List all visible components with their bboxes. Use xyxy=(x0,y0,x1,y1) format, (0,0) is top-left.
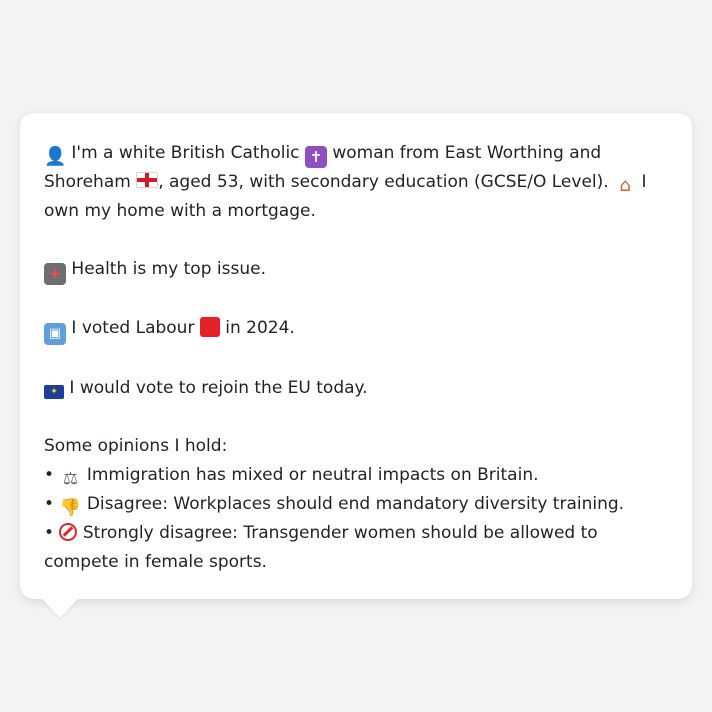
ballot-box-icon: ▣ xyxy=(44,323,66,345)
opinion-text: Disagree: Workplaces should end mandator… xyxy=(86,494,625,514)
bullet: • xyxy=(44,523,55,543)
bullet: • xyxy=(44,465,55,485)
opinion-list-item: • Strongly disagree: Transgender women s… xyxy=(44,519,668,577)
health-paragraph: + Health is my top issue. xyxy=(44,255,668,285)
opinion-list-item: • ⚖ Immigration has mixed or neutral imp… xyxy=(44,461,668,490)
opinions-heading: Some opinions I hold: xyxy=(44,436,228,456)
opinion-text: Strongly disagree: Transgender women sho… xyxy=(44,523,598,572)
balance-scale-icon: ⚖ xyxy=(62,469,79,489)
intro-text-identity: I'm a white British Catholic xyxy=(71,143,300,163)
hospital-icon: + xyxy=(44,263,66,285)
bubble-tail xyxy=(41,598,79,618)
thumbs-down-icon: 👎 xyxy=(59,498,82,518)
opinion-list-item: • 👎 Disagree: Workplaces should end mand… xyxy=(44,490,668,519)
bullet: • xyxy=(44,494,55,514)
chat-message-bubble: 👤 I'm a white British Catholic ✝ woman f… xyxy=(20,113,692,599)
latin-cross-icon: ✝ xyxy=(304,146,327,168)
intro-paragraph: 👤 I'm a white British Catholic ✝ woman f… xyxy=(44,139,668,226)
eu-paragraph: ✦ I would vote to rejoin the EU today. xyxy=(44,374,668,403)
red-square-icon xyxy=(199,317,220,337)
person-silhouette-icon: 👤 xyxy=(44,146,67,167)
intro-text-age-education: , aged 53, with secondary education (GCS… xyxy=(158,172,609,192)
health-text: Health is my top issue. xyxy=(71,259,266,279)
england-flag-icon xyxy=(136,172,159,188)
vote-text-party: I voted Labour xyxy=(71,318,195,338)
house-icon: ⌂ xyxy=(619,175,631,196)
eu-text: I would vote to rejoin the EU today. xyxy=(69,378,368,398)
eu-flag-icon: ✦ xyxy=(44,385,64,399)
no-entry-icon xyxy=(59,523,78,541)
vote-paragraph: ▣ I voted Labour in 2024. xyxy=(44,314,668,345)
opinion-text: Immigration has mixed or neutral impacts… xyxy=(86,465,539,485)
vote-text-year: in 2024. xyxy=(225,318,295,338)
